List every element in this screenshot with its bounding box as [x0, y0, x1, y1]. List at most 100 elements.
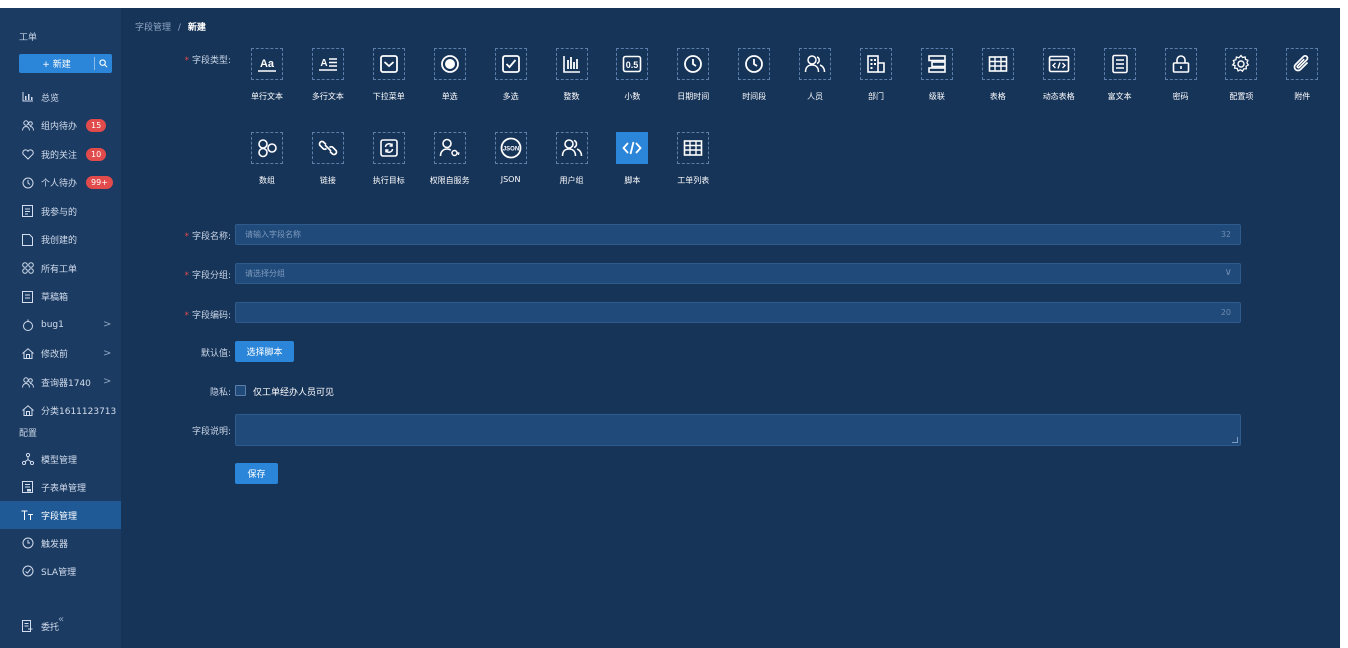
users-icon [21, 376, 34, 389]
field-group-select[interactable]: 请选择分组 ∨ [235, 263, 1241, 284]
sidebar-item-label: 委托 [41, 622, 60, 633]
field-type-label: 人员 [807, 92, 824, 101]
sidebar-item-label: 我的关注 [41, 150, 78, 161]
integer-icon [555, 48, 588, 80]
field-type-option[interactable]: 链接 [298, 132, 358, 208]
field-type-option[interactable]: 密码 [1151, 48, 1211, 124]
field-type-option[interactable]: 人员 [785, 48, 845, 124]
privacy-checkbox[interactable] [235, 385, 246, 396]
privacy-label: 隐私: [209, 388, 231, 398]
field-type-option[interactable]: 表格 [968, 48, 1028, 124]
sidebar-item-label: 我创建的 [41, 236, 78, 246]
sidebar-item[interactable]: 查询器1740 > [0, 368, 121, 396]
field-type-option[interactable]: 多选 [481, 48, 541, 124]
field-type-label: 整数 [563, 92, 580, 101]
svg-text:Aa: Aa [260, 58, 275, 70]
field-type-label: 用户组 [559, 176, 584, 185]
sidebar-item[interactable]: SLA管理 [0, 557, 121, 585]
trigger-icon [21, 537, 34, 550]
field-type-option[interactable]: 日期时间 [663, 48, 723, 124]
field-type-label: 配置项 [1229, 92, 1254, 101]
sidebar-item[interactable]: 个人待办 99+ [0, 169, 121, 197]
select-script-button[interactable]: 选择脚本 [235, 341, 294, 362]
sidebar-item[interactable]: 我的关注 10 [0, 140, 121, 168]
field-type-option[interactable]: JSON JSON [481, 132, 541, 208]
datetime-icon [677, 48, 710, 80]
field-type-option[interactable]: 动态表格 [1029, 48, 1089, 124]
exec-target-icon [372, 132, 405, 164]
chevron-right-icon: > [103, 376, 112, 387]
sidebar-item-label: SLA管理 [41, 567, 77, 578]
search-button[interactable] [95, 54, 112, 73]
department-icon [860, 48, 892, 80]
field-type-option[interactable]: 执行目标 [359, 132, 419, 208]
field-type-option[interactable]: Aa 单行文本 [237, 48, 297, 124]
resize-handle[interactable] [1232, 437, 1238, 443]
script-icon [616, 132, 649, 164]
field-type-option[interactable]: 部门 [846, 48, 906, 124]
field-type-option[interactable]: 时间段 [724, 48, 784, 124]
svg-text:JSON: JSON [502, 147, 518, 153]
field-type-option[interactable]: 单选 [420, 48, 480, 124]
sidebar-item[interactable]: 我参与的 [0, 197, 121, 225]
sidebar-item[interactable]: bug1 > [0, 311, 121, 339]
field-type-option[interactable]: 级联 [907, 48, 967, 124]
field-type-label: JSON [500, 175, 521, 184]
delegate-icon [21, 620, 34, 633]
field-type-option[interactable]: 工单列表 [663, 132, 723, 208]
save-button[interactable]: 保存 [235, 463, 278, 484]
field-type-label: 链接 [319, 176, 336, 185]
grid-icon [21, 262, 34, 275]
radio-icon [433, 48, 466, 80]
sidebar-item[interactable]: 修改前 > [0, 340, 121, 368]
count-badge: 15 [86, 119, 107, 132]
field-type-option[interactable]: 数组 [237, 132, 297, 208]
field-type-option[interactable]: 整数 [542, 48, 602, 124]
field-type-label: 单选 [441, 92, 458, 101]
time-range-icon [738, 48, 771, 80]
sidebar-item[interactable]: 触发器 [0, 529, 121, 557]
field-type-label: 工单列表 [677, 176, 710, 185]
svg-text:A: A [320, 58, 327, 69]
breadcrumb-parent[interactable]: 字段管理 [135, 23, 171, 33]
sidebar-title: 工单 [19, 33, 38, 43]
sidebar-item[interactable]: 子表单管理 [0, 473, 121, 501]
new-ticket-button[interactable]: + 新建 [19, 54, 94, 73]
json-icon: JSON [494, 132, 527, 164]
field-type-option[interactable]: 0.5 小数 [602, 48, 662, 124]
sidebar-item[interactable]: 分类1611123713 [0, 397, 121, 425]
sidebar-item[interactable]: 模型管理 [0, 445, 121, 473]
sla-icon [21, 565, 34, 578]
config-item-icon [1225, 48, 1258, 80]
char-count: 32 [1220, 230, 1231, 239]
field-type-option[interactable]: 用户组 [542, 132, 602, 208]
sidebar-item[interactable]: 草稿箱 [0, 283, 121, 311]
field-type-option[interactable]: 下拉菜单 [359, 48, 419, 124]
field-type-option[interactable]: A 多行文本 [298, 48, 358, 124]
sidebar-item[interactable]: 字段管理 [0, 501, 121, 529]
sidebar-item[interactable]: 组内待办 15 [0, 112, 121, 140]
breadcrumb-current: 新建 [187, 23, 206, 33]
field-type-label: 富文本 [1107, 92, 1132, 101]
collapse-sidebar-button[interactable]: « [58, 614, 64, 625]
count-badge: 99+ [86, 176, 113, 189]
chevron-right-icon: > [103, 319, 112, 330]
password-icon [1164, 48, 1197, 80]
field-name-input[interactable]: 请输入字段名称 32 [235, 224, 1241, 245]
field-desc-textarea[interactable] [235, 414, 1241, 446]
chevron-down-icon: ∨ [1224, 267, 1232, 278]
field-code-input[interactable]: 20 [235, 302, 1241, 323]
sidebar-item[interactable]: 总览 [0, 83, 121, 111]
sidebar-item[interactable]: 所有工单 [0, 254, 121, 282]
field-group-label: * 字段分组: [184, 271, 231, 281]
field-type-option[interactable]: 富文本 [1090, 48, 1150, 124]
field-type-option[interactable]: 附件 [1272, 48, 1332, 124]
field-type-option[interactable]: 配置项 [1211, 48, 1271, 124]
field-type-option[interactable]: 权限自服务 [420, 132, 480, 208]
cascade-icon [920, 48, 953, 80]
sidebar-item-label: 字段管理 [41, 511, 78, 522]
field-type-option[interactable]: 脚本 [602, 132, 662, 208]
field-name-placeholder: 请输入字段名称 [245, 230, 301, 239]
sidebar-item-label: 草稿箱 [41, 293, 69, 303]
sidebar-item[interactable]: 我创建的 [0, 226, 121, 254]
